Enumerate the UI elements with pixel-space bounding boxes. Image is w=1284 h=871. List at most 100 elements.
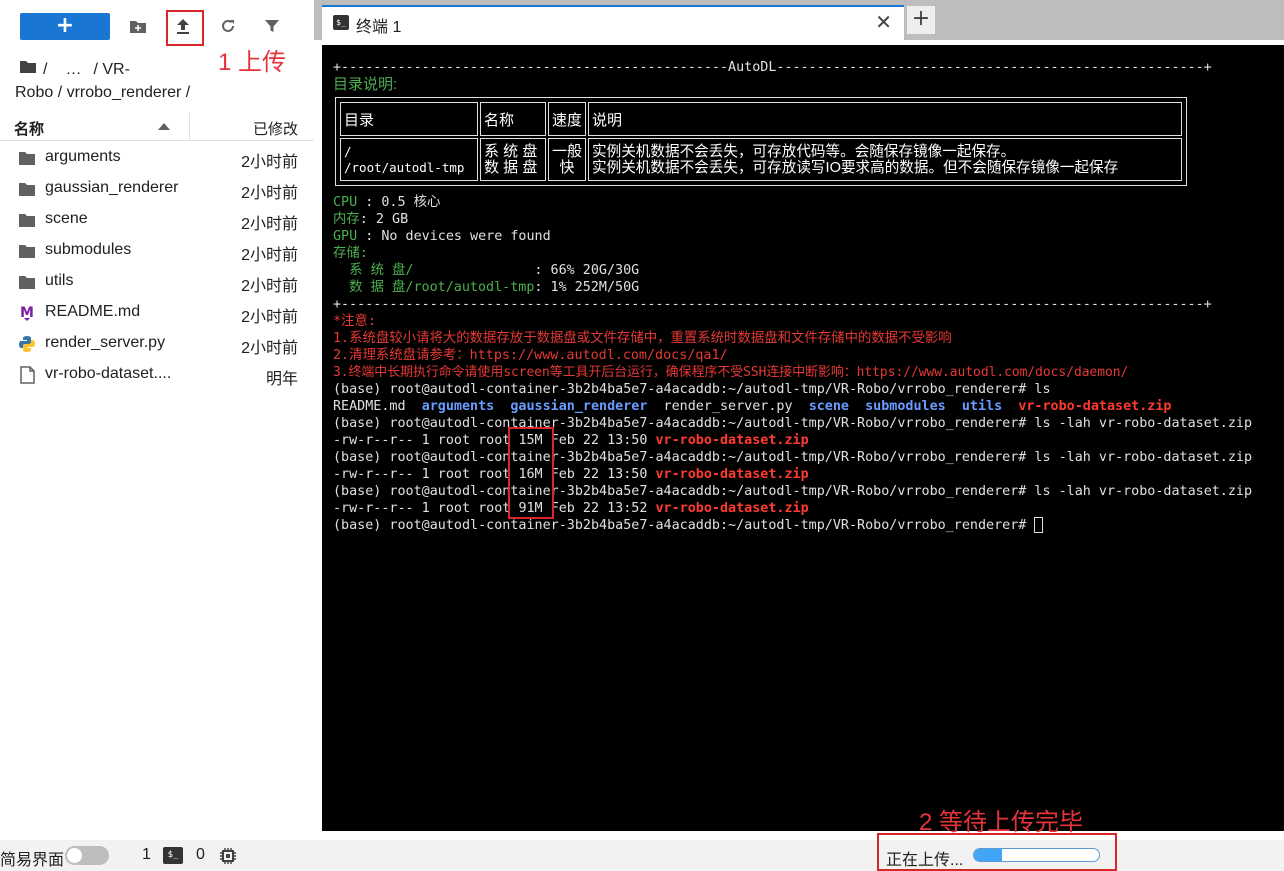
file-name: gaussian_renderer [45, 179, 179, 196]
sys-disk-value: : 66% 20G/30G [413, 263, 640, 278]
command-line-lah: (base) root@autodl-container-3b2b4ba5e7-… [333, 483, 1252, 500]
new-launcher-button[interactable]: + [20, 13, 110, 40]
lah-zip: vr-robo-dataset.zip [655, 501, 809, 516]
table-cell-paths: //root/autodl-tmp [340, 138, 478, 181]
column-name-header[interactable]: 名称 [14, 118, 44, 139]
file-row[interactable]: arguments 2小时前 [0, 142, 314, 173]
breadcrumb-root[interactable]: / [43, 58, 47, 81]
prompt: (base) root@autodl-container-3b2b4ba5e7-… [333, 450, 1027, 465]
jupyterlab-window: + 1 上传 / … / VR- Robo / vrrobo_renderer … [0, 0, 1284, 871]
command-line-current[interactable]: (base) root@autodl-container-3b2b4ba5e7-… [333, 517, 1044, 534]
filter-icon[interactable] [262, 16, 282, 36]
terminal-icon[interactable]: $_ [163, 847, 183, 864]
ls-dir: gaussian_renderer [510, 399, 648, 414]
file-row[interactable]: render_server.py 2小时前 [0, 328, 314, 359]
sys-disk-line: 系 统 盘/ : 66% 20G/30G [333, 262, 639, 279]
upload-highlight-box [166, 10, 204, 46]
file-date: Feb 22 13:50 [542, 467, 656, 482]
data-disk-value: : 1% 252M/50G [534, 280, 640, 295]
table-desc-data: 实例关机数据不会丢失，可存放读写IO要求高的数据。但不会随保存镜像一起保存 [592, 159, 1119, 176]
file-date: Feb 22 13:52 [542, 501, 656, 516]
breadcrumb-segment[interactable]: / VR- [93, 58, 129, 81]
python-icon [18, 335, 36, 353]
folder-icon[interactable] [19, 58, 37, 81]
file-modified: 2小时前 [241, 216, 298, 233]
file-row[interactable]: gaussian_renderer 2小时前 [0, 173, 314, 204]
terminal-count[interactable]: 0 [196, 846, 205, 864]
sort-ascending-icon[interactable] [158, 123, 170, 130]
add-tab-button[interactable]: + [906, 5, 936, 35]
prompt: (base) root@autodl-container-3b2b4ba5e7-… [333, 416, 1027, 431]
file-name: vr-robo-dataset.... [45, 365, 172, 382]
file-modified: 2小时前 [241, 154, 298, 171]
file-modified: 2小时前 [241, 185, 298, 202]
gpu-value: : No devices were found [357, 229, 551, 244]
mem-label: 内存 [333, 212, 360, 227]
file-modified: 2小时前 [241, 247, 298, 264]
file-name: render_server.py [45, 334, 166, 351]
dir-title: 目录说明: [333, 76, 398, 93]
lah-output: -rw-r--r-- 1 root root 16M Feb 22 13:50 … [333, 466, 809, 483]
file-date: Feb 22 13:50 [542, 433, 656, 448]
mem-value: : 2 GB [359, 212, 409, 227]
folder-icon [18, 211, 36, 229]
close-icon[interactable]: ✕ [875, 10, 892, 34]
ls-zip: vr-robo-dataset.zip [1018, 399, 1172, 414]
breadcrumb-segment-current[interactable]: Robo / vrrobo_renderer / [15, 81, 305, 104]
tab-title: 终端 1 [356, 19, 402, 36]
directory-table: 目录 名称 速度 说明 //root/autodl-tmp 系 统 盘数 据 盘… [335, 97, 1187, 186]
file-name: scene [45, 210, 88, 227]
file-modified: 2小时前 [241, 340, 298, 357]
file-name: utils [45, 272, 74, 289]
table-speed-fast: 快 [559, 158, 575, 176]
cpu-chip-icon[interactable] [219, 847, 237, 870]
ls-dir: utils [961, 399, 1003, 414]
table-name-sys: 系 统 盘 [484, 142, 538, 160]
simple-mode-toggle[interactable] [65, 846, 109, 865]
lah-zip: vr-robo-dataset.zip [655, 467, 809, 482]
cpu-label: CPU [333, 195, 358, 210]
prompt: (base) root@autodl-container-3b2b4ba5e7-… [333, 484, 1027, 499]
file-row[interactable]: M README.md 2小时前 [0, 297, 314, 328]
table-cell-desc: 实例关机数据不会丢失，可存放代码等。会随保存镜像一起保存。 实例关机数据不会丢失，… [588, 138, 1182, 181]
tab-terminal-1[interactable]: $_ 终端 1 ✕ [322, 5, 904, 40]
data-disk-label: 数 据 盘/root/autodl-tmp [333, 280, 535, 295]
size-highlight-box [508, 427, 554, 519]
kernel-count[interactable]: 1 [142, 846, 151, 864]
terminal-output[interactable]: +---------------------------------------… [322, 45, 1284, 831]
banner-top: +---------------------------------------… [333, 60, 1212, 75]
tab-bar: $_ 终端 1 ✕ + [314, 0, 1284, 40]
notice-title: *注意: [333, 314, 376, 329]
sys-disk-label: 系 统 盘/ [333, 263, 414, 278]
gpu-line: GPU : No devices were found [333, 228, 551, 245]
table-name-data: 数 据 盘 [484, 158, 538, 176]
markdown-icon: M [18, 304, 36, 322]
command: ls [1026, 382, 1051, 397]
file-modified: 2小时前 [241, 309, 298, 326]
file-name: arguments [45, 148, 121, 165]
column-divider[interactable] [189, 113, 190, 141]
cpu-line: CPU : 0.5 核心 [333, 194, 440, 211]
notice-line-1: 1.系统盘较小请将大的数据存放于数据盘或文件存储中，重置系统时数据盘和文件存储中… [333, 331, 952, 346]
breadcrumb-ellipsis[interactable]: … [65, 58, 81, 81]
gpu-label: GPU [333, 229, 358, 244]
prompt: (base) root@autodl-container-3b2b4ba5e7-… [333, 382, 1027, 397]
refresh-icon[interactable] [218, 16, 238, 36]
file-icon [18, 366, 36, 384]
lah-zip: vr-robo-dataset.zip [655, 433, 809, 448]
file-row[interactable]: submodules 2小时前 [0, 235, 314, 266]
file-row[interactable]: scene 2小时前 [0, 204, 314, 235]
file-list-header: 名称 已修改 [0, 113, 314, 141]
notice-line-3: 3.终端中长期执行命令请使用screen等工具开后台运行，确保程序不受SSH连接… [333, 365, 1129, 380]
new-folder-icon[interactable] [128, 16, 148, 36]
folder-icon [18, 242, 36, 260]
column-modified-header[interactable]: 已修改 [253, 118, 298, 139]
prompt: (base) root@autodl-container-3b2b4ba5e7-… [333, 518, 1027, 533]
folder-icon [18, 273, 36, 291]
annotation-step2: 2 等待上传完毕 [919, 809, 1084, 836]
notice-line-2: 2.清理系统盘请参考：https://www.autodl.com/docs/q… [333, 348, 728, 363]
file-row[interactable]: utils 2小时前 [0, 266, 314, 297]
table-cell-speed: 一般快 [548, 138, 587, 181]
breadcrumb: / … / VR- Robo / vrrobo_renderer / [15, 58, 305, 104]
file-row[interactable]: vr-robo-dataset.... 明年 [0, 359, 314, 390]
